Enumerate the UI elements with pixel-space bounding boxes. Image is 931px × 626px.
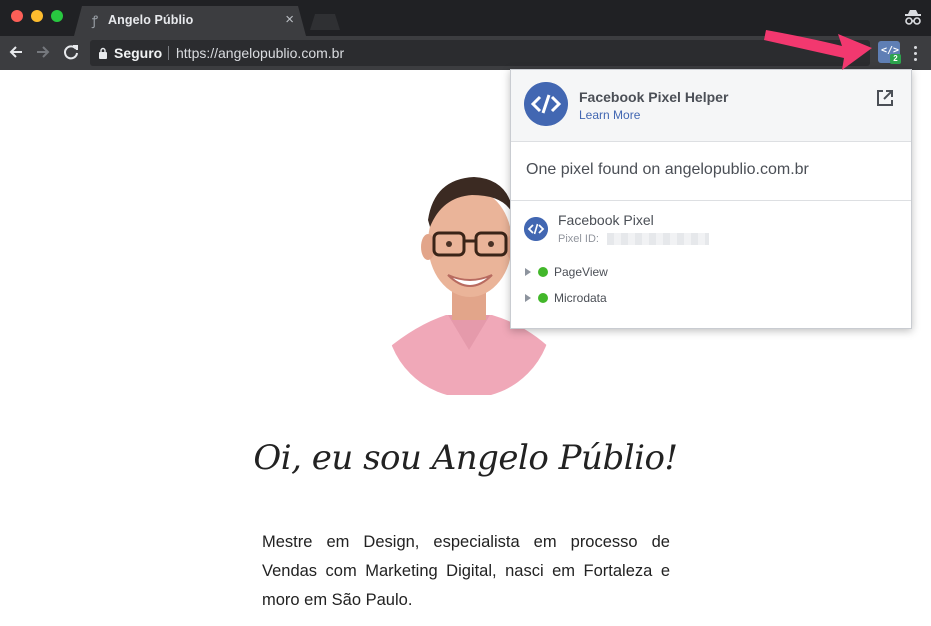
tab-close-button[interactable]: × [285, 12, 294, 28]
check-icon [538, 293, 548, 303]
secure-label[interactable]: Seguro [114, 45, 162, 61]
hero-title: Oi, eu sou Angelo Públio! [253, 438, 678, 478]
close-window-button[interactable] [11, 10, 23, 22]
menu-icon[interactable] [908, 43, 922, 63]
back-icon[interactable] [5, 41, 27, 63]
extension-badge: 2 [890, 54, 901, 64]
reload-icon[interactable] [60, 41, 82, 63]
open-external-icon[interactable] [875, 88, 895, 108]
popup-title: Facebook Pixel Helper [579, 89, 729, 105]
check-icon [538, 267, 548, 277]
pixel-summary: One pixel found on angelopublio.com.br [526, 161, 809, 178]
url-text[interactable]: https://angelopublio.com.br [176, 45, 344, 61]
popup-divider [511, 200, 911, 201]
zoom-window-button[interactable] [51, 10, 63, 22]
tab-title: Angelo Públio [108, 13, 194, 27]
pixel-id-label: Pixel ID: [558, 233, 599, 245]
lock-icon [99, 47, 107, 59]
forward-icon[interactable] [32, 41, 54, 63]
omnibox-divider [168, 46, 169, 60]
pixel-name[interactable]: Facebook Pixel [558, 212, 654, 228]
event-label: PageView [554, 265, 608, 279]
pixel-icon [524, 217, 548, 241]
pixel-helper-extension-button[interactable]: </> 2 [878, 41, 901, 64]
caret-right-icon[interactable] [525, 268, 531, 276]
popup-header: Facebook Pixel Helper Learn More [511, 70, 911, 142]
minimize-window-button[interactable] [31, 10, 43, 22]
pixel-id-redacted [607, 233, 709, 245]
new-tab-button[interactable] [310, 14, 340, 30]
pixel-helper-logo-icon [524, 82, 568, 126]
event-label: Microdata [554, 291, 607, 305]
tab-angelo-publio[interactable]: ꝭ Angelo Públio × [74, 6, 306, 36]
favicon-icon: ꝭ [91, 13, 99, 28]
caret-right-icon[interactable] [525, 294, 531, 302]
hero-description: Mestre em Design, especialista em proces… [262, 533, 670, 609]
incognito-icon [905, 10, 921, 25]
annotation-arrow [764, 30, 872, 70]
learn-more-link[interactable]: Learn More [579, 108, 640, 122]
address-bar[interactable]: Seguro https://angelopublio.com.br ☆ [90, 40, 870, 66]
pixel-helper-popup: Facebook Pixel Helper Learn More One pix… [510, 69, 912, 329]
